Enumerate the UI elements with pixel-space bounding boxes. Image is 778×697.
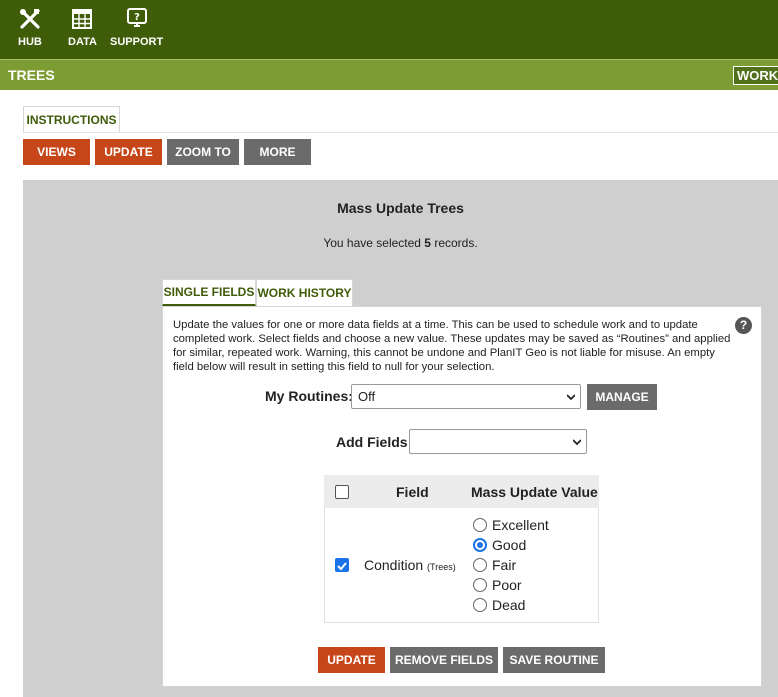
tab-divider: [23, 132, 778, 133]
section-title: TREES: [8, 67, 55, 83]
top-nav-bar: HUB DATA ? SUPPORT: [0, 0, 778, 59]
radio-option-good[interactable]: Good: [473, 535, 526, 555]
radio-label: Dead: [492, 597, 526, 613]
nav-data[interactable]: DATA: [68, 8, 97, 48]
more-button[interactable]: MORE: [244, 139, 311, 165]
tab-work-history[interactable]: WORK HISTORY: [256, 279, 353, 306]
radio-label: Excellent: [492, 517, 549, 533]
work-button[interactable]: WORK: [733, 66, 778, 85]
radio-button-selected[interactable]: [473, 538, 487, 552]
remove-fields-button[interactable]: REMOVE FIELDS: [390, 647, 498, 673]
my-routines-label: My Routines:: [265, 388, 353, 404]
zoom-to-button[interactable]: ZOOM TO: [167, 139, 239, 165]
condition-field-name: Condition (Trees): [364, 557, 456, 573]
condition-label: Condition: [364, 557, 424, 573]
radio-option-fair[interactable]: Fair: [473, 555, 516, 575]
nav-support[interactable]: ? SUPPORT: [110, 8, 163, 48]
radio-option-poor[interactable]: Poor: [473, 575, 522, 595]
nav-support-label: SUPPORT: [110, 36, 164, 48]
tools-icon: [19, 8, 41, 30]
views-button[interactable]: VIEWS: [23, 139, 90, 165]
select-all-checkbox[interactable]: [335, 485, 349, 499]
nav-hub[interactable]: HUB: [18, 8, 42, 48]
tab-instructions[interactable]: INSTRUCTIONS: [23, 106, 120, 133]
value-column-header: Mass Update Value: [471, 484, 598, 500]
add-fields-select[interactable]: [409, 429, 587, 454]
chevron-down-icon: [573, 439, 581, 446]
tab-single-fields[interactable]: SINGLE FIELDS: [162, 279, 256, 306]
radio-button[interactable]: [473, 558, 487, 572]
save-routine-button[interactable]: SAVE ROUTINE: [503, 647, 605, 673]
help-icon[interactable]: ?: [735, 317, 752, 334]
routines-select[interactable]: Off: [351, 384, 581, 409]
radio-option-excellent[interactable]: Excellent: [473, 515, 549, 535]
section-header: TREES WORK: [0, 59, 778, 90]
radio-label: Poor: [492, 577, 522, 593]
update-toolbar-button[interactable]: UPDATE: [95, 139, 162, 165]
help-screen-icon: ?: [126, 8, 148, 30]
selection-summary: You have selected 5 records.: [23, 236, 778, 250]
mass-update-title: Mass Update Trees: [337, 200, 464, 216]
nav-hub-label: HUB: [18, 36, 42, 48]
selection-suffix: records.: [430, 236, 478, 250]
routines-select-value: Off: [358, 389, 376, 404]
selection-count: 5: [424, 236, 431, 250]
condition-row-checkbox[interactable]: [335, 558, 349, 572]
checkmark-icon: [337, 562, 347, 571]
selection-prefix: You have selected: [323, 236, 425, 250]
svg-text:?: ?: [134, 12, 140, 23]
table-icon: [71, 8, 93, 30]
radio-label: Good: [492, 537, 527, 553]
condition-qualifier: (Trees): [427, 562, 456, 572]
chevron-down-icon: [567, 394, 575, 401]
radio-label: Fair: [492, 557, 517, 573]
field-column-header: Field: [396, 484, 429, 500]
radio-button[interactable]: [473, 578, 487, 592]
radio-button[interactable]: [473, 598, 487, 612]
nav-data-label: DATA: [68, 36, 97, 48]
instructions-text: Update the values for one or more data f…: [173, 319, 731, 373]
radio-option-dead[interactable]: Dead: [473, 595, 525, 615]
add-fields-label: Add Fields: [336, 434, 408, 450]
radio-button[interactable]: [473, 518, 487, 532]
manage-button[interactable]: MANAGE: [587, 384, 657, 410]
update-button[interactable]: UPDATE: [318, 647, 385, 673]
